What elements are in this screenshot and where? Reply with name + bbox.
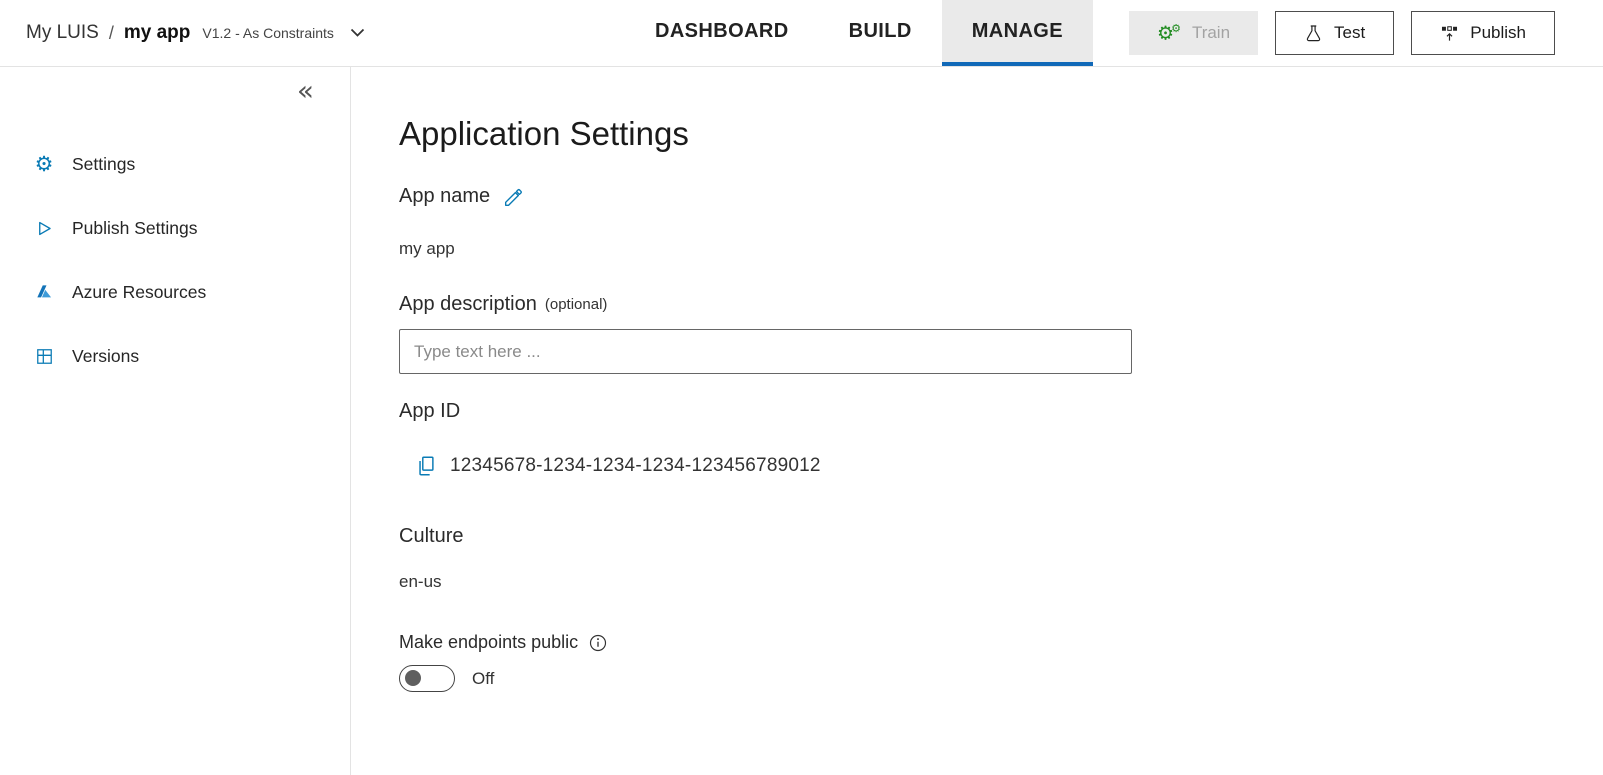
- page-body: « ⚙ Settings Publish Settings: [0, 67, 1603, 775]
- culture-label: Culture: [399, 525, 1603, 548]
- tab-manage[interactable]: MANAGE: [942, 0, 1093, 66]
- app-id-value: 12345678-1234-1234-1234-123456789012: [450, 455, 821, 477]
- breadcrumb-my-luis[interactable]: My LUIS: [26, 22, 99, 44]
- application-settings-panel: Application Settings App name my app App…: [351, 67, 1603, 775]
- publish-button[interactable]: Publish: [1411, 11, 1555, 55]
- app-name-section: App name: [399, 185, 1603, 208]
- toggle-state-label: Off: [472, 669, 494, 689]
- versions-icon: [33, 345, 55, 367]
- make-endpoints-public-section: Make endpoints public: [399, 632, 1603, 653]
- train-button[interactable]: ⚙⚙ Train: [1129, 11, 1258, 55]
- app-id-row: 12345678-1234-1234-1234-123456789012: [399, 455, 1603, 477]
- make-endpoints-public-label: Make endpoints public: [399, 632, 578, 653]
- optional-note: (optional): [545, 296, 608, 313]
- app-description-label: App description: [399, 293, 537, 316]
- app-name-value: my app: [399, 239, 1603, 259]
- endpoints-toggle-row: Off: [399, 665, 1603, 692]
- chevron-down-icon[interactable]: [350, 28, 365, 38]
- edit-pencil-icon[interactable]: [502, 186, 524, 208]
- app-description-input[interactable]: [399, 329, 1132, 374]
- app-name-label: App name: [399, 185, 490, 208]
- endpoints-toggle[interactable]: [399, 665, 455, 692]
- app-id-label: App ID: [399, 400, 1603, 423]
- copy-icon[interactable]: [415, 455, 437, 477]
- flask-icon: [1304, 24, 1323, 43]
- sidebar-nav: ⚙ Settings Publish Settings Azure Resour…: [0, 67, 350, 388]
- app-description-section: App description (optional): [399, 293, 1603, 316]
- sidebar-item-label: Settings: [72, 154, 135, 175]
- breadcrumb: My LUIS / my app V1.2 - As Constraints: [0, 0, 365, 66]
- info-icon[interactable]: [588, 633, 608, 653]
- sidebar-item-publish-settings[interactable]: Publish Settings: [0, 196, 350, 260]
- sidebar-item-label: Azure Resources: [72, 282, 206, 303]
- toggle-knob: [405, 670, 421, 686]
- gears-icon: ⚙⚙: [1157, 23, 1181, 43]
- collapse-sidebar-icon[interactable]: «: [297, 77, 314, 105]
- tab-dashboard[interactable]: DASHBOARD: [625, 0, 819, 66]
- test-button-label: Test: [1334, 23, 1365, 43]
- tab-build[interactable]: BUILD: [819, 0, 942, 66]
- top-navigation-bar: My LUIS / my app V1.2 - As Constraints D…: [0, 0, 1603, 67]
- main-tabs: DASHBOARD BUILD MANAGE: [625, 0, 1093, 66]
- topbar-spacer: [365, 0, 625, 66]
- gear-icon: ⚙: [33, 153, 55, 175]
- azure-icon: [33, 281, 55, 303]
- manage-sidebar: « ⚙ Settings Publish Settings: [0, 67, 351, 775]
- breadcrumb-separator: /: [109, 23, 114, 44]
- version-label: V1.2 - As Constraints: [202, 25, 334, 41]
- sidebar-item-azure-resources[interactable]: Azure Resources: [0, 260, 350, 324]
- sidebar-item-label: Publish Settings: [72, 218, 198, 239]
- publish-icon: [1440, 24, 1459, 43]
- publish-button-label: Publish: [1470, 23, 1526, 43]
- test-button[interactable]: Test: [1275, 11, 1394, 55]
- topbar-actions: ⚙⚙ Train Test Publish: [1129, 0, 1603, 66]
- breadcrumb-app-name: my app: [124, 22, 191, 44]
- page-title: Application Settings: [399, 115, 1603, 153]
- sidebar-item-label: Versions: [72, 346, 139, 367]
- sidebar-item-settings[interactable]: ⚙ Settings: [0, 132, 350, 196]
- play-icon: [33, 217, 55, 239]
- sidebar-item-versions[interactable]: Versions: [0, 324, 350, 388]
- culture-value: en-us: [399, 572, 1603, 592]
- train-button-label: Train: [1192, 23, 1230, 43]
